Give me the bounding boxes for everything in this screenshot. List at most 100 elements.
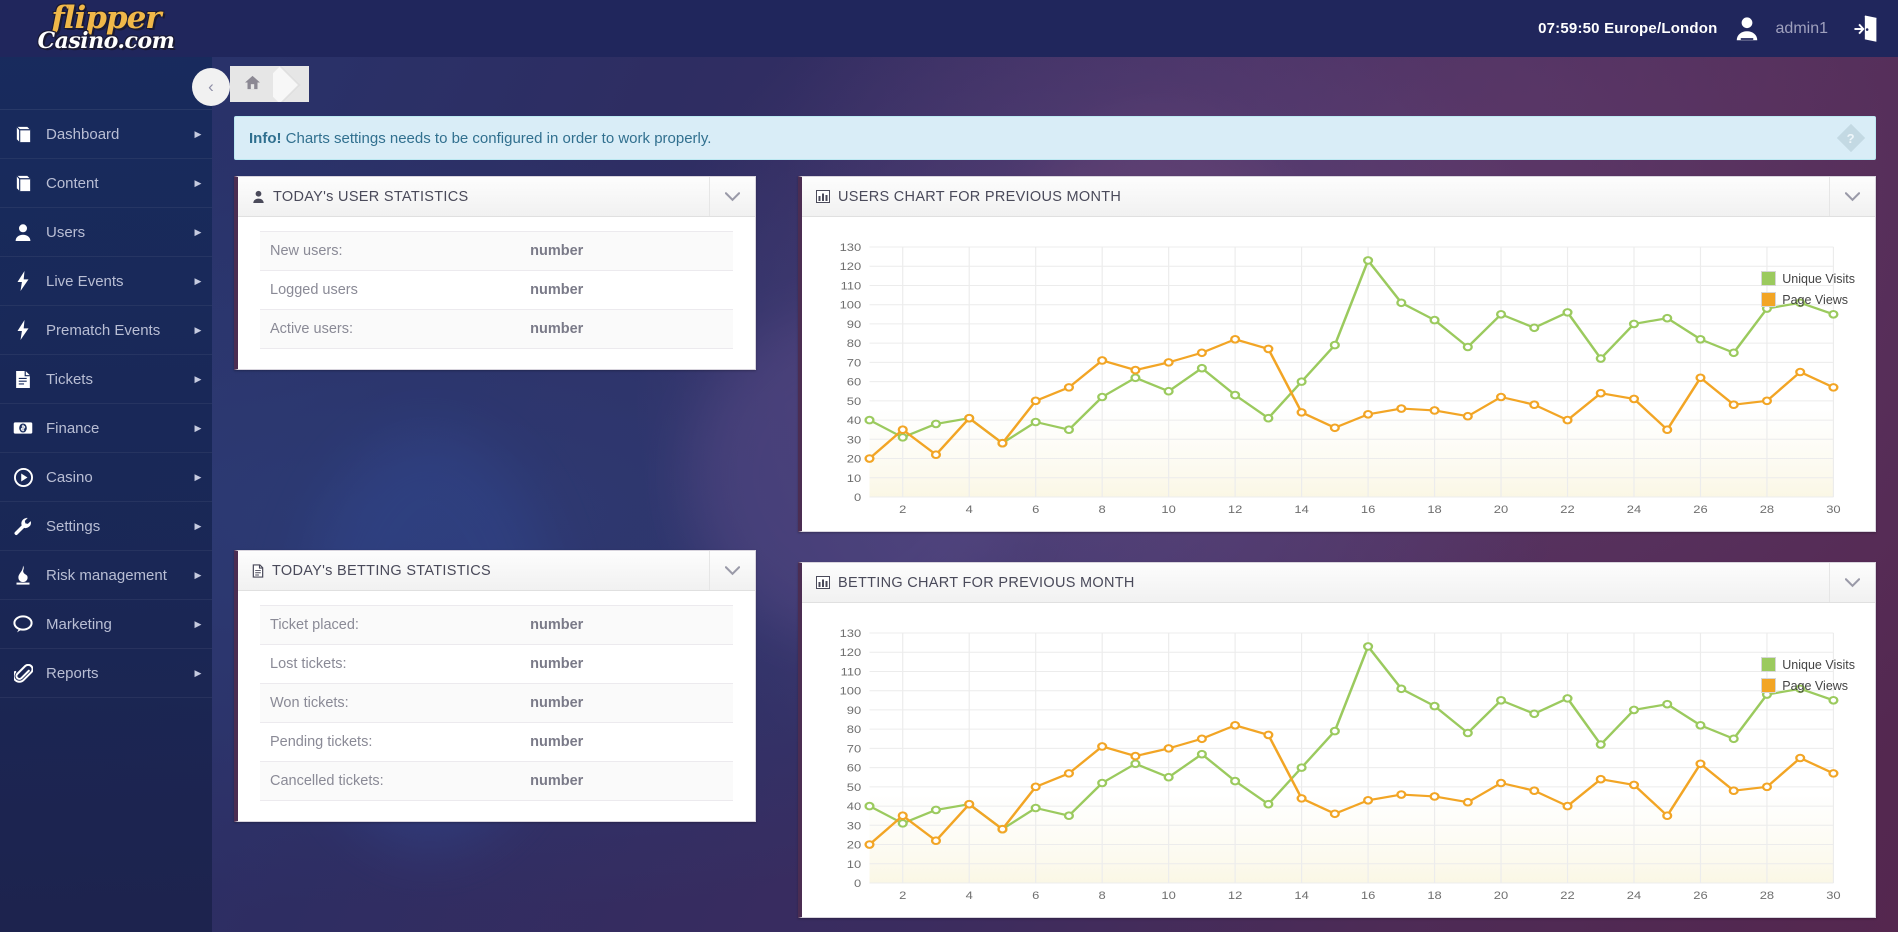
- chevron-right-icon: ▶: [184, 374, 212, 385]
- sidebar-item-label: Tickets: [46, 371, 184, 388]
- svg-text:20: 20: [847, 452, 862, 465]
- stat-label: Cancelled tickets:: [260, 762, 520, 801]
- svg-text:10: 10: [1161, 889, 1176, 902]
- sidebar-item-settings[interactable]: Settings▶: [0, 502, 212, 551]
- svg-text:130: 130: [840, 241, 862, 254]
- stat-label: Lost tickets:: [260, 645, 520, 684]
- panel-header: TODAY's USER STATISTICS: [238, 177, 755, 217]
- legend-entry[interactable]: Unique Visits: [1761, 271, 1855, 286]
- svg-text:28: 28: [1760, 503, 1775, 516]
- logout-door-icon[interactable]: [1852, 14, 1880, 44]
- bar-chart-icon: [816, 576, 830, 589]
- sidebar-collapse-button[interactable]: ‹: [192, 68, 230, 106]
- sidebar-item-finance[interactable]: Finance▶: [0, 404, 212, 453]
- legend-swatch: [1761, 657, 1776, 672]
- sidebar-item-live-events[interactable]: Live Events▶: [0, 257, 212, 306]
- top-bar-right: 07:59:50 Europe/London admin1: [1538, 14, 1898, 44]
- sidebar-item-prematch-events[interactable]: Prematch Events▶: [0, 306, 212, 355]
- legend-swatch: [1761, 271, 1776, 286]
- svg-text:20: 20: [1494, 889, 1509, 902]
- sidebar-item-risk-management[interactable]: Risk management▶: [0, 551, 212, 600]
- panel-title-wrap: BETTING CHART FOR PREVIOUS MONTH: [802, 575, 1135, 591]
- panel-today-user-statistics: TODAY's USER STATISTICS New users:number…: [234, 176, 756, 370]
- svg-text:100: 100: [840, 685, 862, 698]
- table-row: Cancelled tickets:number: [260, 762, 733, 801]
- svg-text:10: 10: [847, 858, 862, 871]
- help-question-icon[interactable]: ?: [1837, 124, 1865, 152]
- legend-label: Unique Visits: [1782, 272, 1855, 286]
- svg-text:70: 70: [847, 742, 862, 755]
- svg-text:4: 4: [966, 503, 974, 516]
- chevron-right-icon: ▶: [184, 619, 212, 630]
- svg-text:10: 10: [1161, 503, 1176, 516]
- book-icon: [0, 174, 46, 193]
- svg-text:50: 50: [847, 395, 862, 408]
- svg-text:20: 20: [1494, 503, 1509, 516]
- svg-text:60: 60: [847, 376, 862, 389]
- table-row: New users:number: [260, 232, 733, 271]
- panel-header: BETTING CHART FOR PREVIOUS MONTH: [802, 563, 1875, 603]
- paperclip-icon: [0, 664, 46, 683]
- stat-label: New users:: [260, 232, 520, 271]
- svg-text:8: 8: [1099, 889, 1107, 902]
- panel-title-text: TODAY's BETTING STATISTICS: [272, 563, 491, 579]
- chart-svg: 0102030405060708090100110120130246810121…: [820, 621, 1857, 911]
- chevron-down-icon: [725, 192, 740, 202]
- panel-body: 0102030405060708090100110120130246810121…: [802, 603, 1875, 917]
- sidebar-item-marketing[interactable]: Marketing▶: [0, 600, 212, 649]
- stat-value: number: [520, 762, 733, 801]
- users-chart-plot[interactable]: 0102030405060708090100110120130246810121…: [812, 225, 1865, 525]
- sidebar-item-users[interactable]: Users▶: [0, 208, 212, 257]
- brand-line-2: Casino.com: [38, 32, 175, 52]
- svg-text:120: 120: [840, 646, 862, 659]
- sidebar-item-casino[interactable]: Casino▶: [0, 453, 212, 502]
- panel-title-wrap: TODAY's BETTING STATISTICS: [238, 563, 491, 579]
- brand-logo[interactable]: flipper Casino.com: [0, 0, 212, 57]
- sidebar-item-dashboard[interactable]: Dashboard▶: [0, 110, 212, 159]
- svg-text:30: 30: [1826, 889, 1841, 902]
- svg-text:90: 90: [847, 318, 862, 331]
- svg-text:12: 12: [1228, 889, 1243, 902]
- bar-chart-icon: [816, 190, 830, 203]
- user-name-label[interactable]: admin1: [1776, 20, 1828, 38]
- panel-body: New users:numberLogged usersnumberActive…: [238, 217, 755, 369]
- svg-text:2: 2: [899, 503, 907, 516]
- legend-swatch: [1761, 678, 1776, 693]
- panel-body: Ticket placed:numberLost tickets:numberW…: [238, 591, 755, 821]
- chevron-right-icon: ▶: [184, 325, 212, 336]
- stat-label: Won tickets:: [260, 684, 520, 723]
- svg-text:30: 30: [1826, 503, 1841, 516]
- user-avatar-icon[interactable]: [1732, 14, 1762, 44]
- chevron-down-icon: [1845, 578, 1860, 588]
- svg-text:24: 24: [1627, 503, 1642, 516]
- panel-collapse-toggle[interactable]: [709, 551, 755, 590]
- sidebar-item-label: Casino: [46, 469, 184, 486]
- stat-value: number: [520, 723, 733, 762]
- panel-collapse-toggle[interactable]: [709, 177, 755, 216]
- svg-text:30: 30: [847, 819, 862, 832]
- panel-title-text: USERS CHART FOR PREVIOUS MONTH: [838, 189, 1121, 205]
- svg-text:110: 110: [841, 279, 862, 292]
- right-column: USERS CHART FOR PREVIOUS MONTH 0 10 20 30 40…: [798, 176, 1876, 932]
- sidebar-item-tickets[interactable]: Tickets▶: [0, 355, 212, 404]
- chevron-left-icon: ‹: [208, 77, 214, 97]
- home-icon[interactable]: [230, 75, 273, 94]
- alert-strong: Info!: [249, 130, 281, 147]
- betting-chart-plot[interactable]: 0102030405060708090100110120130246810121…: [812, 611, 1865, 911]
- svg-text:14: 14: [1294, 889, 1309, 902]
- info-alert: Info! Charts settings needs to be config…: [234, 116, 1876, 160]
- panel-collapse-toggle[interactable]: [1829, 177, 1875, 216]
- sidebar-item-reports[interactable]: Reports▶: [0, 649, 212, 698]
- legend-entry[interactable]: Unique Visits: [1761, 657, 1855, 672]
- panel-collapse-toggle[interactable]: [1829, 563, 1875, 602]
- chevron-right-icon: ▶: [184, 276, 212, 287]
- legend-entry[interactable]: Page Views: [1761, 292, 1855, 307]
- svg-text:0: 0: [854, 491, 862, 504]
- stat-value: number: [520, 606, 733, 645]
- chevron-right-icon: ▶: [184, 472, 212, 483]
- svg-text:18: 18: [1427, 889, 1442, 902]
- legend-entry[interactable]: Page Views: [1761, 678, 1855, 693]
- clock-text: 07:59:50 Europe/London: [1538, 20, 1717, 37]
- sidebar-item-content[interactable]: Content▶: [0, 159, 212, 208]
- svg-text:40: 40: [847, 414, 862, 427]
